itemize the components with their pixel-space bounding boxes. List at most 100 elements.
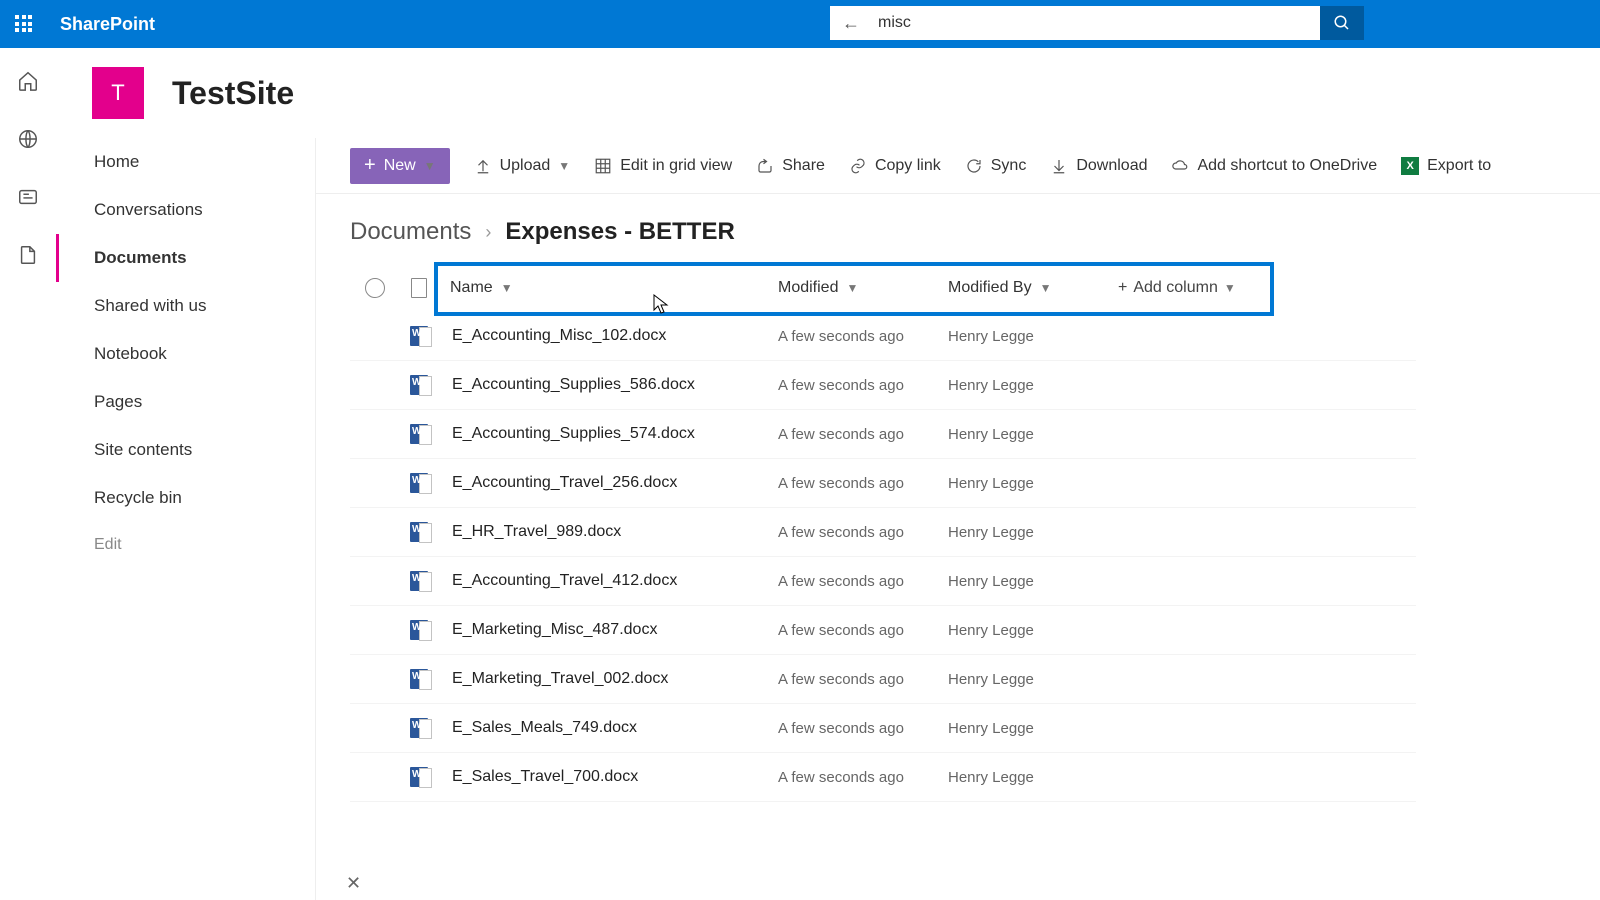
file-name[interactable]: E_Accounting_Supplies_574.docx (438, 425, 778, 443)
modifiedby-cell: Henry Legge (948, 671, 1118, 688)
modifiedby-cell: Henry Legge (948, 524, 1118, 541)
table-row[interactable]: E_Marketing_Misc_487.docxA few seconds a… (350, 606, 1416, 655)
nav-recyclebin[interactable]: Recycle bin (56, 474, 315, 522)
edit-grid-button[interactable]: Edit in grid view (594, 157, 732, 175)
modified-cell: A few seconds ago (778, 524, 948, 541)
home-icon[interactable] (17, 70, 39, 92)
word-icon (410, 522, 428, 542)
plus-icon: + (364, 154, 376, 177)
column-modifiedby[interactable]: Modified By▼ (948, 279, 1051, 297)
chevron-down-icon: ▼ (1224, 281, 1236, 295)
chevron-right-icon: › (485, 222, 491, 243)
globe-icon[interactable] (17, 128, 39, 150)
word-icon (410, 424, 428, 444)
file-name[interactable]: E_Accounting_Supplies_586.docx (438, 376, 778, 394)
left-rail (0, 48, 56, 900)
file-name[interactable]: E_Sales_Meals_749.docx (438, 719, 778, 737)
file-name[interactable]: E_Marketing_Travel_002.docx (438, 670, 778, 688)
search-button[interactable] (1320, 6, 1364, 40)
brand-label[interactable]: SharePoint (60, 14, 155, 35)
column-name[interactable]: Name▼ (450, 279, 513, 297)
sync-button[interactable]: Sync (965, 157, 1027, 175)
nav-shared[interactable]: Shared with us (56, 282, 315, 330)
app-launcher-icon[interactable] (0, 0, 48, 48)
search-box[interactable]: ← (830, 6, 1320, 40)
grid-icon (594, 157, 612, 175)
file-icon[interactable] (17, 244, 39, 266)
table-row[interactable]: E_Accounting_Supplies_586.docxA few seco… (350, 361, 1416, 410)
table-row[interactable]: E_HR_Travel_989.docxA few seconds agoHen… (350, 508, 1416, 557)
copylink-label: Copy link (875, 157, 941, 175)
nav-sitecontents[interactable]: Site contents (56, 426, 315, 474)
word-icon (410, 620, 428, 640)
nav-edit[interactable]: Edit (56, 522, 315, 568)
search-back-icon[interactable]: ← (842, 13, 860, 34)
file-name[interactable]: E_Accounting_Travel_256.docx (438, 474, 778, 492)
shortcut-button[interactable]: Add shortcut to OneDrive (1171, 157, 1377, 175)
select-all-toggle[interactable] (365, 278, 385, 298)
word-icon (410, 718, 428, 738)
chevron-down-icon: ▼ (846, 281, 858, 295)
export-button[interactable]: X Export to (1401, 157, 1491, 175)
modifiedby-cell: Henry Legge (948, 622, 1118, 639)
table-row[interactable]: E_Accounting_Travel_256.docxA few second… (350, 459, 1416, 508)
new-label: New (384, 157, 416, 175)
sync-icon (965, 157, 983, 175)
modified-cell: A few seconds ago (778, 426, 948, 443)
modified-cell: A few seconds ago (778, 622, 948, 639)
table-row[interactable]: E_Accounting_Travel_412.docxA few second… (350, 557, 1416, 606)
upload-label: Upload (500, 157, 551, 175)
nav-documents[interactable]: Documents (56, 234, 315, 282)
modified-cell: A few seconds ago (778, 671, 948, 688)
chevron-down-icon: ▼ (501, 281, 513, 295)
word-icon (410, 473, 428, 493)
column-header-row: Name▼ Modified▼ Modified By▼ +Add column… (350, 264, 1416, 312)
nav-pages[interactable]: Pages (56, 378, 315, 426)
file-name[interactable]: E_Marketing_Misc_487.docx (438, 621, 778, 639)
file-name[interactable]: E_Accounting_Travel_412.docx (438, 572, 778, 590)
download-button[interactable]: Download (1050, 157, 1147, 175)
modified-cell: A few seconds ago (778, 573, 948, 590)
breadcrumb-root[interactable]: Documents (350, 218, 471, 246)
new-button[interactable]: + New ▼ (350, 148, 450, 184)
search-input[interactable] (878, 14, 1308, 32)
add-column-button[interactable]: +Add column▼ (1118, 279, 1278, 297)
nav-notebook[interactable]: Notebook (56, 330, 315, 378)
main-area: + New ▼ Upload ▼ Edit in grid view Share… (316, 138, 1600, 900)
table-row[interactable]: E_Marketing_Travel_002.docxA few seconds… (350, 655, 1416, 704)
share-button[interactable]: Share (756, 157, 825, 175)
upload-button[interactable]: Upload ▼ (474, 157, 571, 175)
site-tile[interactable]: T (92, 67, 144, 119)
chevron-down-icon: ▼ (424, 159, 436, 173)
copylink-button[interactable]: Copy link (849, 157, 941, 175)
word-icon (410, 767, 428, 787)
table-row[interactable]: E_Sales_Travel_700.docxA few seconds ago… (350, 753, 1416, 802)
export-label: Export to (1427, 157, 1491, 175)
file-type-icon (411, 278, 427, 298)
modifiedby-cell: Henry Legge (948, 426, 1118, 443)
site-title[interactable]: TestSite (172, 75, 294, 112)
modifiedby-cell: Henry Legge (948, 769, 1118, 786)
plus-icon: + (1118, 279, 1127, 297)
command-bar: + New ▼ Upload ▼ Edit in grid view Share… (316, 138, 1600, 194)
modifiedby-cell: Henry Legge (948, 377, 1118, 394)
modifiedby-cell: Henry Legge (948, 573, 1118, 590)
file-name[interactable]: E_Accounting_Misc_102.docx (438, 327, 778, 345)
cursor-icon (653, 294, 669, 314)
nav-conversations[interactable]: Conversations (56, 186, 315, 234)
column-modified[interactable]: Modified▼ (778, 279, 858, 297)
file-name[interactable]: E_HR_Travel_989.docx (438, 523, 778, 541)
share-label: Share (782, 157, 825, 175)
table-row[interactable]: E_Sales_Meals_749.docxA few seconds agoH… (350, 704, 1416, 753)
table-row[interactable]: E_Accounting_Supplies_574.docxA few seco… (350, 410, 1416, 459)
modifiedby-cell: Henry Legge (948, 475, 1118, 492)
word-icon (410, 669, 428, 689)
breadcrumb: Documents › Expenses - BETTER (316, 194, 1600, 264)
modifiedby-cell: Henry Legge (948, 720, 1118, 737)
site-header: T TestSite (56, 48, 1600, 138)
file-name[interactable]: E_Sales_Travel_700.docx (438, 768, 778, 786)
news-icon[interactable] (17, 186, 39, 208)
table-row[interactable]: E_Accounting_Misc_102.docxA few seconds … (350, 312, 1416, 361)
nav-home[interactable]: Home (56, 138, 315, 186)
word-icon (410, 571, 428, 591)
